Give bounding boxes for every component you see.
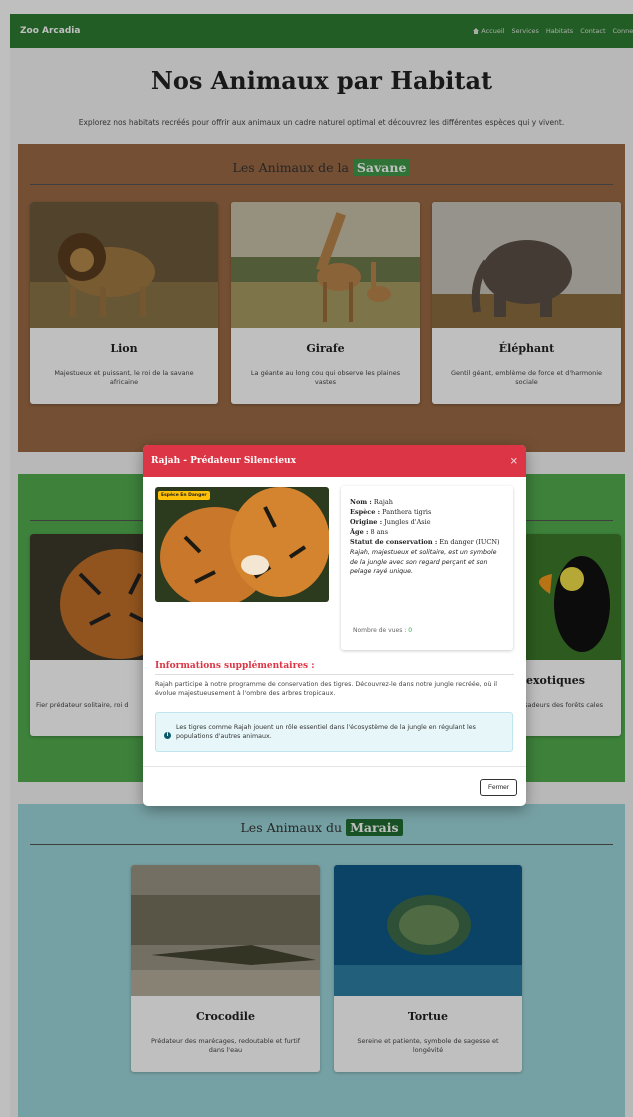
modal-title: Rajah - Prédateur Silencieux xyxy=(151,456,296,466)
alert-text: Les tigres comme Rajah jouent un rôle es… xyxy=(176,724,476,740)
modal-header: Rajah - Prédateur Silencieux × xyxy=(143,445,526,477)
view-counter: Nombre de vues : 0 xyxy=(353,627,413,634)
modal-footer-divider xyxy=(143,766,526,767)
info-alert: i Les tigres comme Rajah jouent un rôle … xyxy=(155,712,513,752)
animal-modal: Rajah - Prédateur Silencieux × Espèce En… xyxy=(143,445,526,806)
info-species: Espèce : Panthera tigris xyxy=(350,508,432,516)
info-origin: Origine : Jungles d'Asie xyxy=(350,518,431,526)
info-age: Âge : 8 ans xyxy=(350,528,389,536)
animal-info-card: Nom : Rajah Espèce : Panthera tigris Ori… xyxy=(341,486,513,650)
supp-text: Rajah participe à notre programme de con… xyxy=(155,681,497,697)
info-icon: i xyxy=(164,731,171,739)
tigers-image: Espèce En Danger xyxy=(155,487,329,602)
info-status: Statut de conservation : En danger (IUCN… xyxy=(350,538,500,546)
info-quote: Rajah, majestueux et solitaire, est un s… xyxy=(350,549,497,575)
endangered-badge: Espèce En Danger xyxy=(158,491,210,500)
info-name: Nom : Rajah xyxy=(350,498,393,506)
supp-title: Informations supplémentaires : xyxy=(155,661,315,671)
close-icon[interactable]: × xyxy=(510,456,518,467)
divider xyxy=(155,674,514,675)
supplementary-info: Informations supplémentaires : Rajah par… xyxy=(155,661,514,698)
close-button[interactable]: Fermer xyxy=(480,779,517,796)
